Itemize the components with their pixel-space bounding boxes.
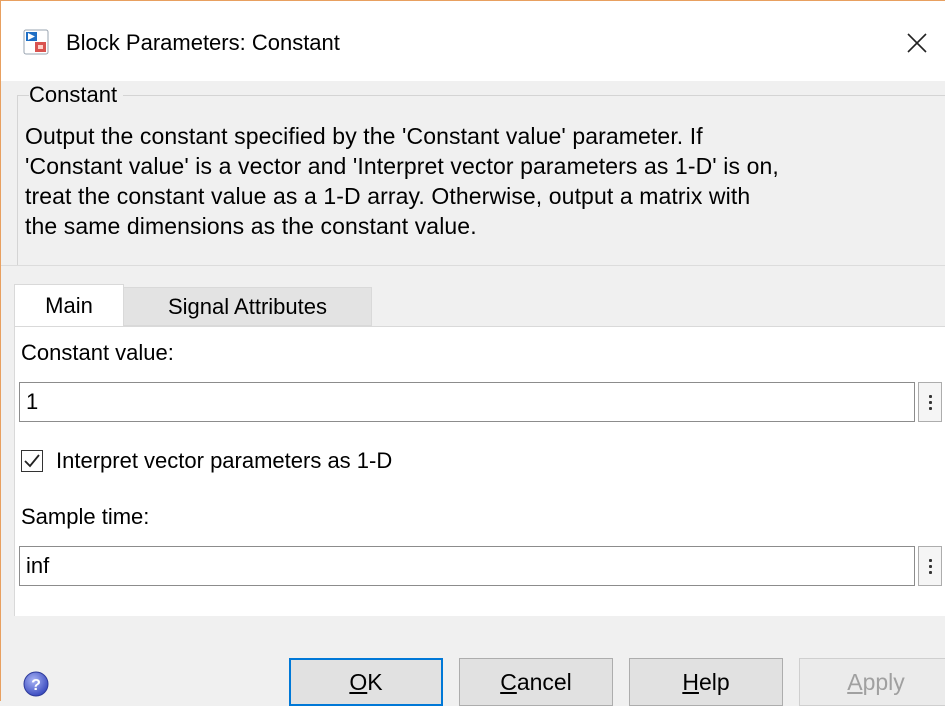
constant-value-more-button[interactable]: [918, 382, 942, 422]
ok-button[interactable]: OK: [289, 658, 443, 706]
more-dot-icon: [928, 406, 932, 410]
description-line: the same dimensions as the constant valu…: [25, 213, 477, 239]
help-button[interactable]: Help: [629, 658, 783, 706]
close-icon[interactable]: [897, 25, 937, 61]
section-divider: [1, 265, 945, 266]
more-dot-icon: [928, 558, 932, 562]
svg-text:?: ?: [31, 677, 41, 694]
sample-time-more-button[interactable]: [918, 546, 942, 586]
group-title: Constant: [29, 81, 124, 109]
more-dot-icon: [928, 570, 932, 574]
description-line: treat the constant value as a 1-D array.…: [25, 183, 751, 209]
sample-time-field[interactable]: inf: [19, 546, 915, 586]
constant-value-field[interactable]: 1: [19, 382, 915, 422]
block-parameters-dialog: Block Parameters: Constant Constant Outp…: [0, 0, 945, 706]
title-bar[interactable]: Block Parameters: Constant: [1, 1, 945, 81]
checkmark-icon: [24, 454, 40, 468]
simulink-block-icon: [23, 29, 49, 55]
apply-button[interactable]: Apply: [799, 658, 945, 706]
window-title: Block Parameters: Constant: [66, 30, 340, 55]
description-line: Output the constant specified by the 'Co…: [25, 123, 703, 149]
tab-main[interactable]: Main: [14, 284, 124, 326]
help-icon[interactable]: ?: [23, 671, 49, 697]
more-dot-icon: [928, 394, 932, 398]
interpret-vector-label[interactable]: Interpret vector parameters as 1-D: [56, 447, 392, 475]
constant-value-label: Constant value:: [21, 340, 174, 365]
tab-bar: Main Signal Attributes: [14, 284, 945, 326]
tab-signal-attributes[interactable]: Signal Attributes: [124, 287, 372, 326]
block-description: Output the constant specified by the 'Co…: [25, 121, 943, 241]
interpret-vector-checkbox[interactable]: [21, 450, 43, 472]
cancel-button[interactable]: Cancel: [459, 658, 613, 706]
group-border: [17, 95, 945, 96]
sample-time-label: Sample time:: [21, 504, 150, 529]
group-border-left: [17, 95, 18, 265]
more-dot-icon: [928, 564, 932, 568]
description-line: 'Constant value' is a vector and 'Interp…: [25, 153, 779, 179]
more-dot-icon: [928, 400, 932, 404]
